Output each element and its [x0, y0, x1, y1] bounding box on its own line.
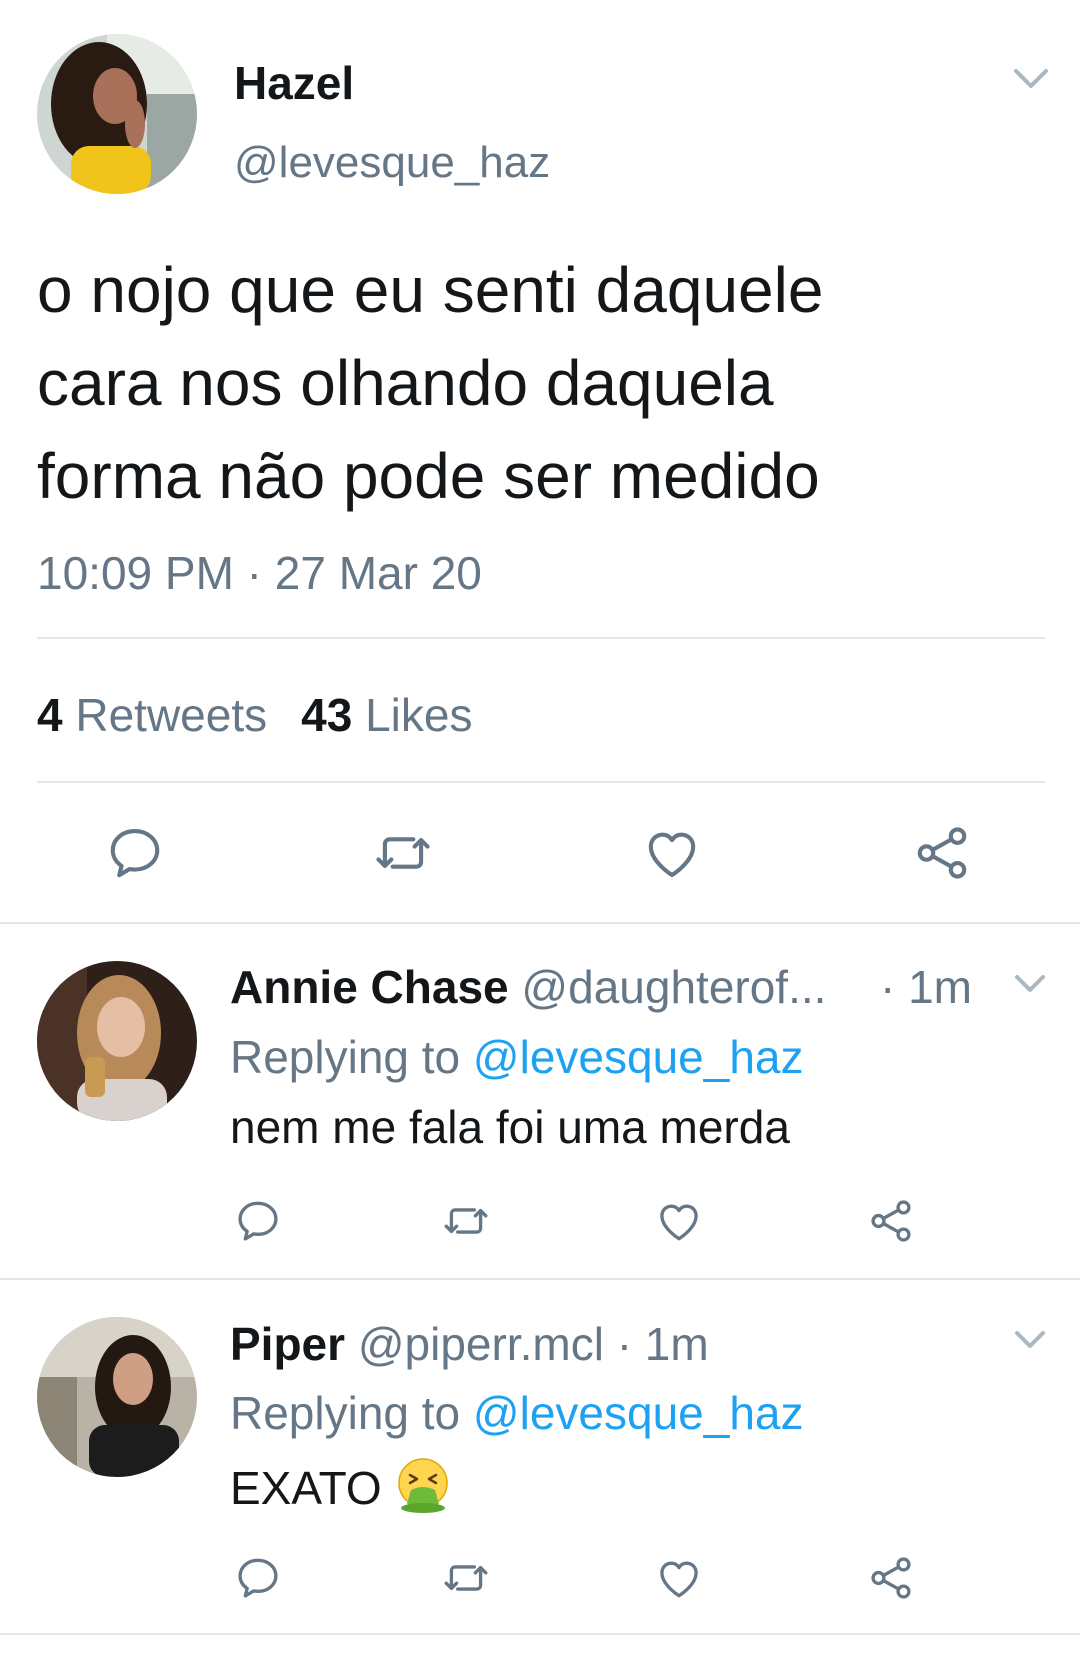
- like-label: Likes: [365, 689, 473, 741]
- share-button[interactable]: [911, 822, 973, 884]
- like-button[interactable]: [654, 1196, 704, 1246]
- retweet-button[interactable]: [372, 822, 434, 884]
- reply-author-handle[interactable]: @daughterof...: [521, 961, 826, 1013]
- comment-bubble-icon: [238, 1201, 278, 1241]
- author-avatar[interactable]: [37, 34, 197, 194]
- chevron-down-icon[interactable]: [1012, 66, 1050, 92]
- retweet-button[interactable]: [441, 1553, 491, 1603]
- divider: [0, 1278, 1080, 1280]
- chevron-down-icon[interactable]: [1013, 972, 1047, 996]
- share-icon: [917, 827, 967, 879]
- retweet-icon: [444, 1208, 488, 1234]
- like-button[interactable]: [654, 1553, 704, 1603]
- like-count: 43: [301, 689, 353, 741]
- replying-label: Replying to: [230, 1031, 461, 1083]
- face-vomiting-emoji-icon: [398, 1458, 449, 1513]
- reply-time: · 1m: [616, 1318, 709, 1370]
- share-icon: [871, 1200, 911, 1242]
- divider: [37, 781, 1045, 783]
- heart-icon: [660, 1561, 698, 1598]
- retweet-button[interactable]: [441, 1196, 491, 1246]
- heart-icon: [648, 832, 696, 878]
- share-icon: [871, 1557, 911, 1599]
- retweets-stat[interactable]: 4 Retweets: [37, 689, 267, 741]
- author-handle[interactable]: @levesque_haz: [234, 138, 550, 188]
- tweet-stats: 4 Retweets 43 Likes: [37, 688, 472, 742]
- retweet-icon: [444, 1565, 488, 1591]
- retweet-count: 4: [37, 689, 63, 741]
- replying-mention-link[interactable]: @levesque_haz: [473, 1387, 804, 1439]
- comment-bubble-icon: [238, 1558, 278, 1598]
- tweet-text: o nojo que eu senti daquele cara nos olh…: [37, 254, 824, 512]
- reply-time: · 1m: [880, 961, 972, 1013]
- retweet-label: Retweets: [75, 689, 268, 741]
- replying-label: Replying to: [230, 1387, 461, 1439]
- reply-header: Annie Chase @daughterof...: [230, 960, 826, 1014]
- divider: [0, 922, 1080, 924]
- reply-author-name[interactable]: Piper: [230, 1318, 345, 1370]
- share-button[interactable]: [866, 1553, 916, 1603]
- reply-avatar[interactable]: [37, 961, 197, 1121]
- replying-mention-link[interactable]: @levesque_haz: [473, 1031, 804, 1083]
- reply-button[interactable]: [104, 822, 166, 884]
- comment-bubble-icon: [110, 828, 160, 878]
- tweet-timestamp[interactable]: 10:09 PM · 27 Mar 20: [37, 546, 482, 600]
- reply-avatar[interactable]: [37, 1317, 197, 1477]
- reply-button[interactable]: [233, 1553, 283, 1603]
- likes-stat[interactable]: 43 Likes: [301, 689, 472, 741]
- heart-icon: [660, 1204, 698, 1241]
- share-button[interactable]: [866, 1196, 916, 1246]
- author-name[interactable]: Hazel: [234, 56, 354, 110]
- divider: [0, 1633, 1080, 1635]
- replying-to: Replying to @levesque_haz: [230, 1030, 804, 1084]
- reply-text: EXATO: [230, 1456, 452, 1515]
- reply-header: Piper @piperr.mcl · 1m: [230, 1317, 709, 1371]
- divider: [37, 637, 1045, 639]
- like-button[interactable]: [641, 822, 703, 884]
- reply-button[interactable]: [233, 1196, 283, 1246]
- retweet-icon: [376, 837, 430, 869]
- reply-author-name[interactable]: Annie Chase: [230, 961, 509, 1013]
- replying-to: Replying to @levesque_haz: [230, 1386, 804, 1440]
- reply-text-content: EXATO: [230, 1462, 382, 1514]
- chevron-down-icon[interactable]: [1013, 1328, 1047, 1352]
- reply-text: nem me fala foi uma merda: [230, 1101, 790, 1153]
- reply-author-handle[interactable]: @piperr.mcl: [358, 1318, 604, 1370]
